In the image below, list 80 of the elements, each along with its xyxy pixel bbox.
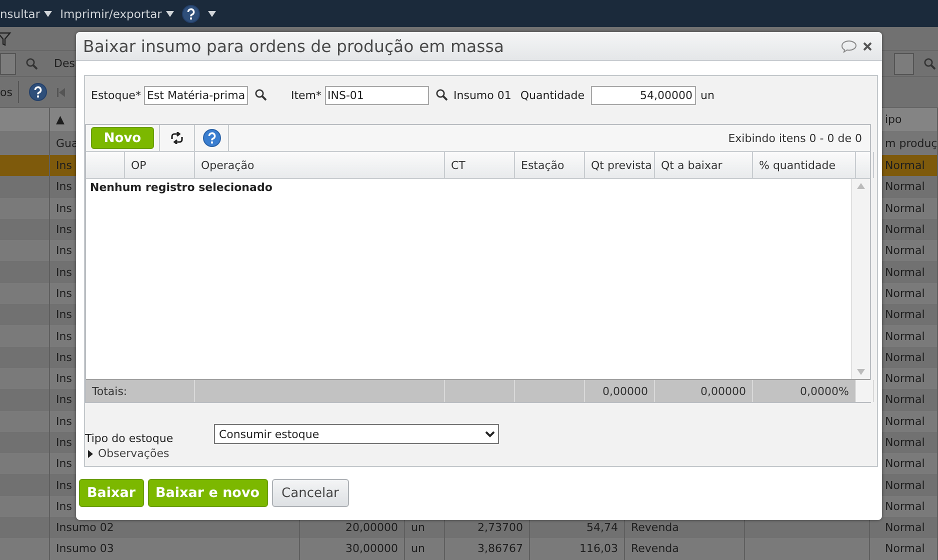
- paging-info: Exibindo itens 0 - 0 de 0: [728, 132, 862, 144]
- table-cell: Ins: [56, 500, 72, 513]
- input-field[interactable]: Est Matéria-prima: [144, 86, 248, 104]
- total-value: 0,0000%: [800, 384, 849, 398]
- table-cell: Normal: [885, 308, 925, 322]
- field-label: Des: [54, 57, 75, 70]
- table-cell: 54,74: [586, 521, 618, 534]
- table-cell: 116,03: [580, 542, 618, 556]
- stock-type-select[interactable]: Consumir estoque: [214, 424, 499, 444]
- unit-label: un: [700, 88, 714, 102]
- table-cell: 20,00000: [346, 521, 398, 534]
- totals-label: Totais:: [92, 384, 128, 398]
- table-cell: Ins: [56, 180, 72, 194]
- column-header[interactable]: Qt a baixar: [661, 158, 722, 172]
- input-field[interactable]: 54,00000: [590, 86, 696, 104]
- table-cell: Revenda: [631, 542, 679, 556]
- field-label: Item*: [290, 88, 322, 102]
- field-label: Quantidade: [520, 88, 585, 102]
- field-label: Estoque*: [91, 88, 141, 102]
- table-cell: Normal: [885, 350, 925, 364]
- table-cell: Normal: [885, 478, 925, 492]
- table-cell: Ins: [56, 308, 72, 322]
- table-cell: un: [411, 521, 425, 534]
- table-cell: Ins: [56, 436, 72, 449]
- total-value: 0,00000: [602, 384, 648, 398]
- table-cell: m produç: [885, 136, 937, 150]
- column-header[interactable]: Qt prevista: [591, 158, 652, 172]
- table-cell: Ins: [56, 286, 72, 300]
- table-cell: Normal: [885, 500, 925, 513]
- table-cell: Ins: [56, 414, 72, 428]
- column-header[interactable]: Estação: [521, 158, 564, 172]
- table-cell: Normal: [885, 330, 925, 343]
- table-cell: Normal: [885, 286, 925, 300]
- column-header: ipo: [885, 113, 902, 126]
- field-label: Tipo do estoque: [85, 432, 174, 444]
- column-header[interactable]: OP: [131, 158, 146, 172]
- table-cell: Insumo 03: [56, 542, 114, 556]
- table-cell: Normal: [885, 436, 925, 449]
- table-cell: Ins: [56, 202, 72, 215]
- table-cell: Ins: [56, 393, 72, 406]
- column-header: ▲: [56, 113, 64, 126]
- table-cell: Normal: [885, 266, 925, 279]
- table-cell: Normal: [885, 159, 925, 172]
- table-cell: 3,86767: [478, 542, 523, 556]
- table-cell: Normal: [885, 414, 925, 428]
- table-cell: Normal: [885, 542, 925, 556]
- table-cell: Revenda: [631, 521, 679, 534]
- dialog-title: Baixar insumo para ordens de produção em massa: [83, 36, 505, 56]
- column-header[interactable]: % quantidade: [759, 158, 836, 172]
- table-cell: Normal: [885, 457, 925, 470]
- table-cell: Normal: [885, 223, 925, 236]
- cancel-button[interactable]: Cancelar: [272, 479, 349, 507]
- empty-message: Nenhum registro selecionado: [90, 181, 272, 194]
- table-cell: Ins: [56, 244, 72, 258]
- table-cell: Ins: [56, 330, 72, 343]
- table-cell: Ins: [56, 372, 72, 386]
- column-header[interactable]: CT: [451, 158, 466, 172]
- table-cell: Normal: [885, 521, 925, 534]
- table-cell: Ins: [56, 457, 72, 470]
- column-header[interactable]: Operação: [201, 158, 254, 172]
- table-cell: Ins: [56, 223, 72, 236]
- item-description: Insumo 01: [454, 88, 512, 102]
- table-cell: Normal: [885, 244, 925, 258]
- table-cell: Ins: [56, 159, 72, 172]
- table-cell: Normal: [885, 393, 925, 406]
- table-cell: 30,00000: [346, 542, 398, 556]
- input-field[interactable]: INS-01: [324, 86, 428, 104]
- table-cell: un: [411, 542, 425, 556]
- table-cell: Ins: [56, 350, 72, 364]
- total-value: 0,00000: [700, 384, 746, 398]
- table-cell: Normal: [885, 180, 925, 194]
- menu-item[interactable]: nsultar: [0, 6, 52, 20]
- table-cell: Insumo 02: [56, 521, 114, 534]
- table-cell: Ins: [56, 266, 72, 279]
- table-cell: 2,73700: [478, 521, 523, 534]
- table-cell: Ins: [56, 478, 72, 492]
- table-cell: Normal: [885, 372, 925, 386]
- table-cell: Normal: [885, 202, 925, 215]
- menu-item[interactable]: Imprimir/exportar: [60, 6, 174, 20]
- observations-toggle[interactable]: Observações: [88, 447, 170, 460]
